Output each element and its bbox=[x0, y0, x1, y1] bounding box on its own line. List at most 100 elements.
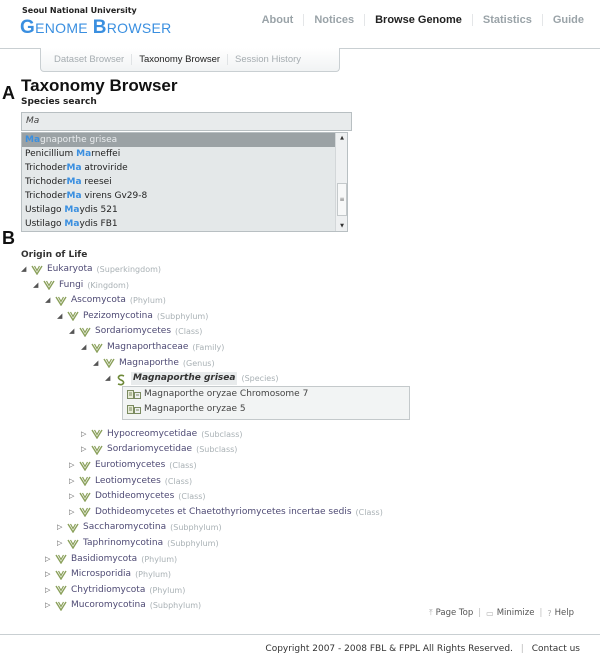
tree-node-name[interactable]: Chytridiomycota bbox=[71, 584, 145, 597]
collapse-toggle-icon[interactable]: ◢ bbox=[33, 279, 41, 292]
scroll-up-arrow-icon[interactable]: ▲ bbox=[336, 133, 348, 143]
tree-node-name[interactable]: Taphrinomycotina bbox=[83, 537, 163, 550]
tree-node-name[interactable]: Dothideomycetes bbox=[95, 490, 174, 503]
expand-toggle-icon[interactable]: ▷ bbox=[45, 584, 53, 597]
footer: Copyright 2007 - 2008 FBL & FPPL All Rig… bbox=[265, 644, 580, 654]
tree-node[interactable]: ▷ Basidiomycota (Phylum) bbox=[45, 553, 177, 566]
logo-initial-b: B bbox=[92, 17, 107, 38]
tree-node-name[interactable]: Mucoromycotina bbox=[71, 599, 146, 612]
suggestion-item[interactable]: TrichoderMa virens Gv29-8 bbox=[22, 189, 335, 203]
tree-node-name[interactable]: Magnaporthaceae bbox=[107, 341, 188, 354]
expand-toggle-icon[interactable]: ▷ bbox=[81, 428, 89, 441]
species-search-input[interactable]: Ma bbox=[21, 112, 352, 131]
tree-node[interactable]: ▷ Sordariomycetidae (Subclass) bbox=[81, 443, 237, 456]
collapse-toggle-icon[interactable]: ◢ bbox=[81, 341, 89, 354]
tree-node-name[interactable]: Fungi bbox=[59, 279, 83, 292]
sub-nav-tabs: Dataset Browser Taxonomy Browser Session… bbox=[40, 48, 340, 72]
dataset-item[interactable]: Magnaporthe oryzae 5 bbox=[123, 402, 409, 417]
suggestion-scrollbar[interactable]: ▲ ≡ ▼ bbox=[335, 133, 347, 231]
tree-node-name[interactable]: Microsporidia bbox=[71, 568, 131, 581]
expand-toggle-icon[interactable]: ▷ bbox=[57, 537, 65, 550]
tree-node-name[interactable]: Sordariomycetidae bbox=[107, 443, 192, 456]
scroll-thumb[interactable]: ≡ bbox=[337, 183, 347, 216]
help-link[interactable]: Help bbox=[555, 608, 574, 618]
suggestion-text: virens Gv29-8 bbox=[81, 191, 148, 201]
panel-label-b: B bbox=[2, 228, 15, 248]
suggestion-item[interactable]: Penicillium Marneffei bbox=[22, 147, 335, 161]
tree-node[interactable]: ▷ Saccharomycotina (Subphylum) bbox=[57, 521, 222, 534]
suggestion-item[interactable]: TrichoderMa atroviride bbox=[22, 161, 335, 175]
minimize-link[interactable]: Minimize bbox=[497, 608, 535, 618]
tree-node[interactable]: ▷ Eurotiomycetes (Class) bbox=[69, 459, 197, 472]
tree-node-name[interactable]: Sordariomycetes bbox=[95, 325, 171, 338]
tree-node[interactable]: ◢ Fungi (Kingdom) bbox=[33, 279, 129, 292]
expand-toggle-icon[interactable]: ▷ bbox=[69, 459, 77, 472]
nav-notices[interactable]: Notices bbox=[303, 14, 364, 26]
collapse-toggle-icon[interactable]: ◢ bbox=[21, 263, 29, 276]
tree-node[interactable]: ▷ Mucoromycotina (Subphylum) bbox=[45, 599, 201, 612]
suggestion-item[interactable]: Magnaporthe grisea bbox=[22, 133, 335, 147]
tree-node-name[interactable]: Magnaporthe grisea bbox=[131, 372, 238, 386]
nav-browse-genome[interactable]: Browse Genome bbox=[364, 14, 472, 26]
tab-session-history[interactable]: Session History bbox=[227, 54, 308, 65]
expand-toggle-icon[interactable]: ▷ bbox=[69, 475, 77, 488]
tree-node-name[interactable]: Eukaryota bbox=[47, 263, 93, 276]
tree-node-name[interactable]: Saccharomycotina bbox=[83, 521, 166, 534]
tree-node-name[interactable]: Ascomycota bbox=[71, 294, 126, 307]
tree-node[interactable]: ▷ Hypocreomycetidae (Subclass) bbox=[81, 428, 243, 441]
suggestion-text: Ustilago bbox=[25, 205, 65, 215]
suggestion-text: Penicillium bbox=[25, 149, 77, 159]
tree-node-name[interactable]: Magnaporthe bbox=[119, 357, 179, 370]
expand-toggle-icon[interactable]: ▷ bbox=[45, 599, 53, 612]
contact-link[interactable]: Contact us bbox=[532, 644, 580, 654]
nav-guide[interactable]: Guide bbox=[541, 14, 594, 26]
collapse-toggle-icon[interactable]: ◢ bbox=[69, 325, 77, 338]
tree-node[interactable]: ◢ Sordariomycetes (Class) bbox=[69, 325, 202, 338]
tree-node[interactable]: ◢ Eukaryota (Superkingdom) bbox=[21, 263, 161, 276]
tree-node[interactable]: ◢ Ascomycota (Phylum) bbox=[45, 294, 166, 307]
tree-node-name[interactable]: Dothideomycetes et Chaetothyriomycetes i… bbox=[95, 506, 352, 519]
scroll-down-arrow-icon[interactable]: ▼ bbox=[336, 221, 348, 231]
tree-node[interactable]: ▷ Taphrinomycotina (Subphylum) bbox=[57, 537, 219, 550]
suggestion-item[interactable]: Ustilago Maydis FB1 bbox=[22, 217, 335, 231]
tree-node[interactable]: ◢ Magnaporthe grisea (Species) bbox=[105, 372, 279, 386]
taxon-icon bbox=[79, 327, 91, 338]
expand-toggle-icon[interactable]: ▷ bbox=[69, 506, 77, 519]
expand-toggle-icon[interactable]: ▷ bbox=[45, 568, 53, 581]
tree-node[interactable]: ◢ Magnaporthe (Genus) bbox=[93, 357, 215, 370]
tree-node[interactable]: ▷ Leotiomycetes (Class) bbox=[69, 475, 192, 488]
tree-root-label[interactable]: Origin of Life bbox=[21, 250, 87, 260]
tree-node-name[interactable]: Leotiomycetes bbox=[95, 475, 161, 488]
collapse-toggle-icon[interactable]: ◢ bbox=[57, 310, 65, 323]
sub-nav-bar: Dataset Browser Taxonomy Browser Session… bbox=[0, 45, 600, 73]
tab-dataset-browser[interactable]: Dataset Browser bbox=[47, 54, 131, 65]
tree-node-name[interactable]: Basidiomycota bbox=[71, 553, 137, 566]
tree-node[interactable]: ◢ Magnaporthaceae (Family) bbox=[81, 341, 224, 354]
tree-node[interactable]: ▷ Microsporidia (Phylum) bbox=[45, 568, 171, 581]
expand-toggle-icon[interactable]: ▷ bbox=[57, 521, 65, 534]
expand-toggle-icon[interactable]: ▷ bbox=[69, 490, 77, 503]
nav-about[interactable]: About bbox=[252, 14, 304, 26]
collapse-toggle-icon[interactable]: ◢ bbox=[105, 372, 113, 385]
site-logo[interactable]: GENOME BROWSER bbox=[20, 17, 172, 39]
page-top-link[interactable]: Page Top bbox=[436, 608, 474, 618]
collapse-toggle-icon[interactable]: ◢ bbox=[45, 294, 53, 307]
tree-node[interactable]: ▷ Chytridiomycota (Phylum) bbox=[45, 584, 185, 597]
nav-statistics[interactable]: Statistics bbox=[471, 14, 542, 26]
expand-toggle-icon[interactable]: ▷ bbox=[45, 553, 53, 566]
tree-node[interactable]: ◢ Pezizomycotina (Subphylum) bbox=[57, 310, 208, 323]
separator: | bbox=[478, 608, 482, 618]
suggestion-item[interactable]: TrichoderMa reesei bbox=[22, 175, 335, 189]
tree-node[interactable]: ▷ Dothideomycetes et Chaetothyriomycetes … bbox=[69, 506, 383, 519]
expand-toggle-icon[interactable]: ▷ bbox=[81, 443, 89, 456]
tree-node-name[interactable]: Hypocreomycetidae bbox=[107, 428, 197, 441]
tree-node-name[interactable]: Eurotiomycetes bbox=[95, 459, 165, 472]
tree-node[interactable]: ▷ Dothideomycetes (Class) bbox=[69, 490, 206, 503]
collapse-toggle-icon[interactable]: ◢ bbox=[93, 357, 101, 370]
tree-node-name[interactable]: Pezizomycotina bbox=[83, 310, 153, 323]
tab-taxonomy-browser[interactable]: Taxonomy Browser bbox=[131, 54, 227, 65]
suggestion-item[interactable]: Ustilago Maydis 521 bbox=[22, 203, 335, 217]
suggestion-text: Trichoder bbox=[25, 163, 67, 173]
tree-node-rank: (Class) bbox=[169, 461, 197, 470]
dataset-item[interactable]: Magnaporthe oryzae Chromosome 7 bbox=[123, 387, 409, 402]
